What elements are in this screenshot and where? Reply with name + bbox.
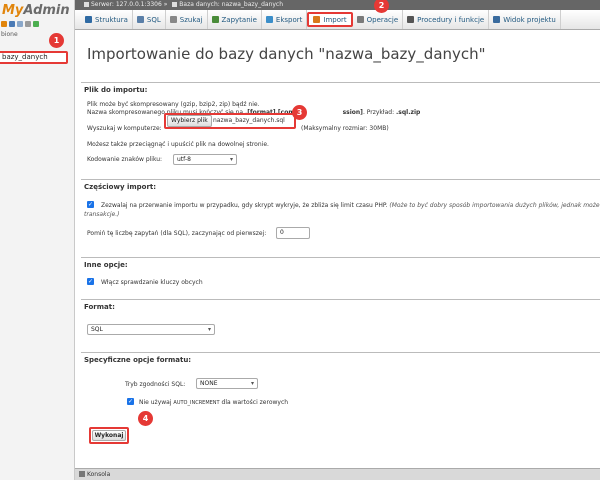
step-marker-3: 3 — [292, 105, 307, 120]
tab-operations[interactable]: Operacje — [353, 10, 404, 29]
no-auto-value-checkbox[interactable]: ✓ — [127, 398, 134, 405]
breadcrumb-separator: » — [163, 1, 168, 8]
nav-toolbar — [1, 21, 39, 27]
skip-queries-input[interactable]: 0 — [276, 227, 310, 239]
logout-icon[interactable] — [9, 21, 15, 27]
partial-import-section: Częściowy import: ✓ Zezwalaj na przerwan… — [81, 179, 600, 257]
choose-file-button[interactable]: Wybierz plik — [167, 115, 212, 127]
structure-icon — [85, 16, 92, 23]
format-specific-section: Specyficzne opcje formatu: Tryb zgodnośc… — [81, 352, 600, 468]
database-icon — [172, 1, 178, 7]
file-section-legend: Plik do importu: — [84, 86, 148, 94]
nav-recent[interactable]: bione — [1, 31, 18, 38]
allow-interrupt-checkbox[interactable]: ✓ — [87, 201, 94, 208]
import-icon — [313, 16, 321, 23]
sql-icon — [136, 16, 144, 23]
top-tabs: Struktura SQL Szukaj Zapytanie Eksport I… — [75, 10, 600, 30]
format-specific-legend: Specyficzne opcje formatu: — [84, 356, 192, 364]
compression-note: Plik może być skompresowany (gzip, bzip2… — [87, 101, 260, 108]
submit-button[interactable]: Wykonaj — [92, 430, 126, 441]
routines-icon — [407, 16, 415, 23]
other-options-section: Inne opcje: ✓ Włącz sprawdzanie kluczy o… — [81, 257, 600, 299]
tab-import[interactable]: Import — [307, 12, 353, 27]
compat-mode-label: Tryb zgodności SQL: — [125, 381, 186, 388]
other-options-legend: Inne opcje: — [84, 261, 128, 269]
foreign-keys-label: Włącz sprawdzanie kluczy obcych — [101, 279, 203, 286]
chevron-down-icon: ▾ — [250, 380, 254, 387]
browse-label: Wyszukaj w komputerze: — [87, 125, 162, 132]
file-section: Plik do importu: Plik może być skompreso… — [81, 82, 600, 177]
compat-mode-select[interactable]: NONE ▾ — [196, 378, 258, 389]
file-picker[interactable]: Wybierz plik nazwa_bazy_danych.sql — [164, 113, 296, 129]
tab-structure[interactable]: Struktura — [81, 10, 133, 29]
breadcrumb-server[interactable]: Serwer: 127.0.0.1:3306 — [91, 1, 162, 8]
export-icon — [265, 16, 273, 23]
navigation-panel: MyAdmin bione bazy_danych — [0, 0, 75, 480]
charset-select[interactable]: utf-8 ▾ — [173, 154, 237, 165]
tab-designer[interactable]: Widok projektu — [489, 10, 561, 29]
tab-search[interactable]: Szukaj — [166, 10, 208, 29]
allow-interrupt-note: transakcje.) — [84, 211, 120, 218]
drag-drop-hint: Możesz także przeciągnąć i upuścić plik … — [87, 141, 269, 148]
main-content: Importowanie do bazy danych "nazwa_bazy_… — [81, 30, 600, 468]
skip-queries-label: Pomiń tę liczbę zapytań (dla SQL), zaczy… — [87, 230, 267, 237]
format-legend: Format: — [84, 303, 115, 311]
chevron-down-icon: ▾ — [207, 326, 211, 333]
settings-icon[interactable] — [25, 21, 31, 27]
home-icon[interactable] — [1, 21, 7, 27]
page-title: Importowanie do bazy danych "nazwa_bazy_… — [87, 45, 486, 63]
console-icon — [79, 471, 85, 477]
phpmyadmin-logo[interactable]: MyAdmin — [2, 3, 70, 18]
tab-routines[interactable]: Procedury i funkcje — [403, 10, 490, 29]
chevron-down-icon: ▾ — [229, 156, 233, 163]
breadcrumb-database[interactable]: Baza danych: nazwa_bazy_danych — [179, 1, 283, 8]
charset-label: Kodowanie znaków pliku: — [87, 156, 163, 163]
reload-icon[interactable] — [33, 21, 39, 27]
chosen-file-name: nazwa_bazy_danych.sql — [213, 117, 285, 124]
search-icon — [169, 16, 177, 23]
server-icon — [84, 1, 89, 7]
partial-import-legend: Częściowy import: — [84, 183, 157, 191]
breadcrumb: Serwer: 127.0.0.1:3306 » Baza danych: na… — [75, 0, 600, 10]
tab-export[interactable]: Eksport — [262, 10, 308, 29]
format-section: Format: SQL ▾ — [81, 299, 600, 347]
format-select[interactable]: SQL ▾ — [87, 324, 215, 335]
tab-sql[interactable]: SQL — [133, 10, 166, 29]
step-marker-1: 1 — [49, 33, 64, 48]
tab-query[interactable]: Zapytanie — [208, 10, 262, 29]
designer-icon — [493, 16, 501, 23]
max-size-note: (Maksymalny rozmiar: 30MB) — [301, 125, 389, 132]
step-marker-4: 4 — [138, 411, 153, 426]
no-auto-value-label: Nie używaj AUTO_INCREMENT dla wartości z… — [139, 399, 289, 406]
submit-frame: Wykonaj — [89, 427, 129, 444]
allow-interrupt-label: Zezwalaj na przerwanie importu w przypad… — [101, 202, 600, 209]
foreign-keys-checkbox[interactable]: ✓ — [87, 278, 94, 285]
query-icon — [211, 16, 219, 23]
console-bar[interactable]: Konsola — [75, 468, 600, 480]
operations-icon — [356, 16, 364, 23]
docs-icon[interactable] — [17, 21, 23, 27]
nav-database-item[interactable]: bazy_danych — [0, 51, 68, 64]
